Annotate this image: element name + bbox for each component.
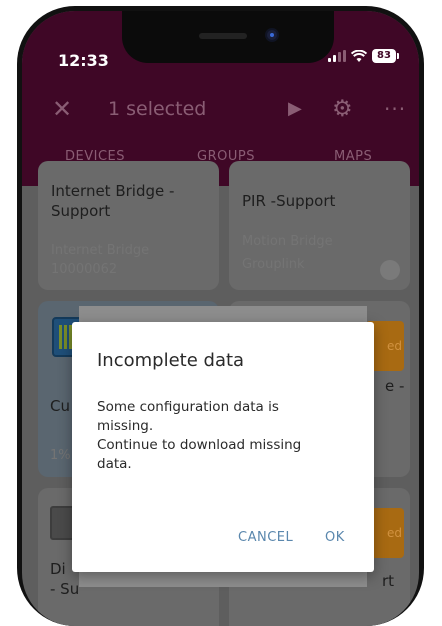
wifi-icon — [351, 49, 367, 62]
app-bar: 12:33 83 ✕ 1 selected ▶ ⚙ ··· DEVICES GR… — [22, 11, 419, 186]
battery-indicator: 83 — [372, 49, 396, 63]
cancel-button[interactable]: CANCEL — [238, 530, 293, 545]
device-card-internet-bridge[interactable]: Internet Bridge - Support Internet Bridg… — [38, 161, 219, 290]
incomplete-data-dialog: Incomplete data Some configuration data … — [72, 322, 374, 572]
dialog-message-line1: Some configuration data is — [97, 399, 279, 415]
status-time: 12:33 — [58, 51, 109, 70]
card-subtitle: 1% — [50, 448, 71, 463]
battery-tip — [397, 53, 399, 59]
notch — [122, 11, 334, 63]
status-icons: 83 — [328, 49, 399, 63]
card-title: Di — [50, 560, 66, 578]
ok-button[interactable]: OK — [325, 530, 345, 545]
dialog-message-line2: missing. — [97, 418, 154, 434]
card-title: PIR -Support — [242, 192, 336, 210]
dialog-title: Incomplete data — [97, 350, 245, 371]
selection-title: 1 selected — [108, 98, 207, 120]
more-horizontal-icon[interactable]: ··· — [384, 91, 406, 127]
front-camera — [267, 30, 277, 40]
signal-bars-icon — [328, 50, 346, 62]
card-title-line2: - Su — [50, 580, 80, 598]
speaker — [199, 33, 247, 39]
dialog-message: Some configuration data is missing. Cont… — [97, 398, 357, 474]
card-subtitle-line2: Grouplink — [242, 257, 305, 272]
card-title: rt — [382, 572, 395, 590]
card-subtitle: Motion Bridge — [242, 234, 333, 249]
info-icon[interactable] — [380, 260, 400, 280]
card-title: e - — [385, 377, 405, 395]
selection-toolbar: ✕ 1 selected ▶ ⚙ ··· — [22, 91, 419, 127]
play-icon[interactable]: ▶ — [288, 91, 302, 127]
dialog-message-line4: data. — [97, 456, 132, 472]
card-title: Cu — [50, 397, 70, 415]
card-subtitle: Internet Bridge — [51, 243, 150, 258]
device-card-pir[interactable]: PIR -Support Motion Bridge Grouplink — [229, 161, 410, 290]
card-subtitle-line2: 10000062 — [51, 262, 118, 277]
close-icon[interactable]: ✕ — [52, 91, 72, 127]
dialog-message-line3: Continue to download missing — [97, 437, 302, 453]
card-title: Internet Bridge - — [51, 182, 175, 200]
card-title-line2: Support — [51, 202, 111, 220]
gear-icon[interactable]: ⚙ — [332, 91, 353, 127]
